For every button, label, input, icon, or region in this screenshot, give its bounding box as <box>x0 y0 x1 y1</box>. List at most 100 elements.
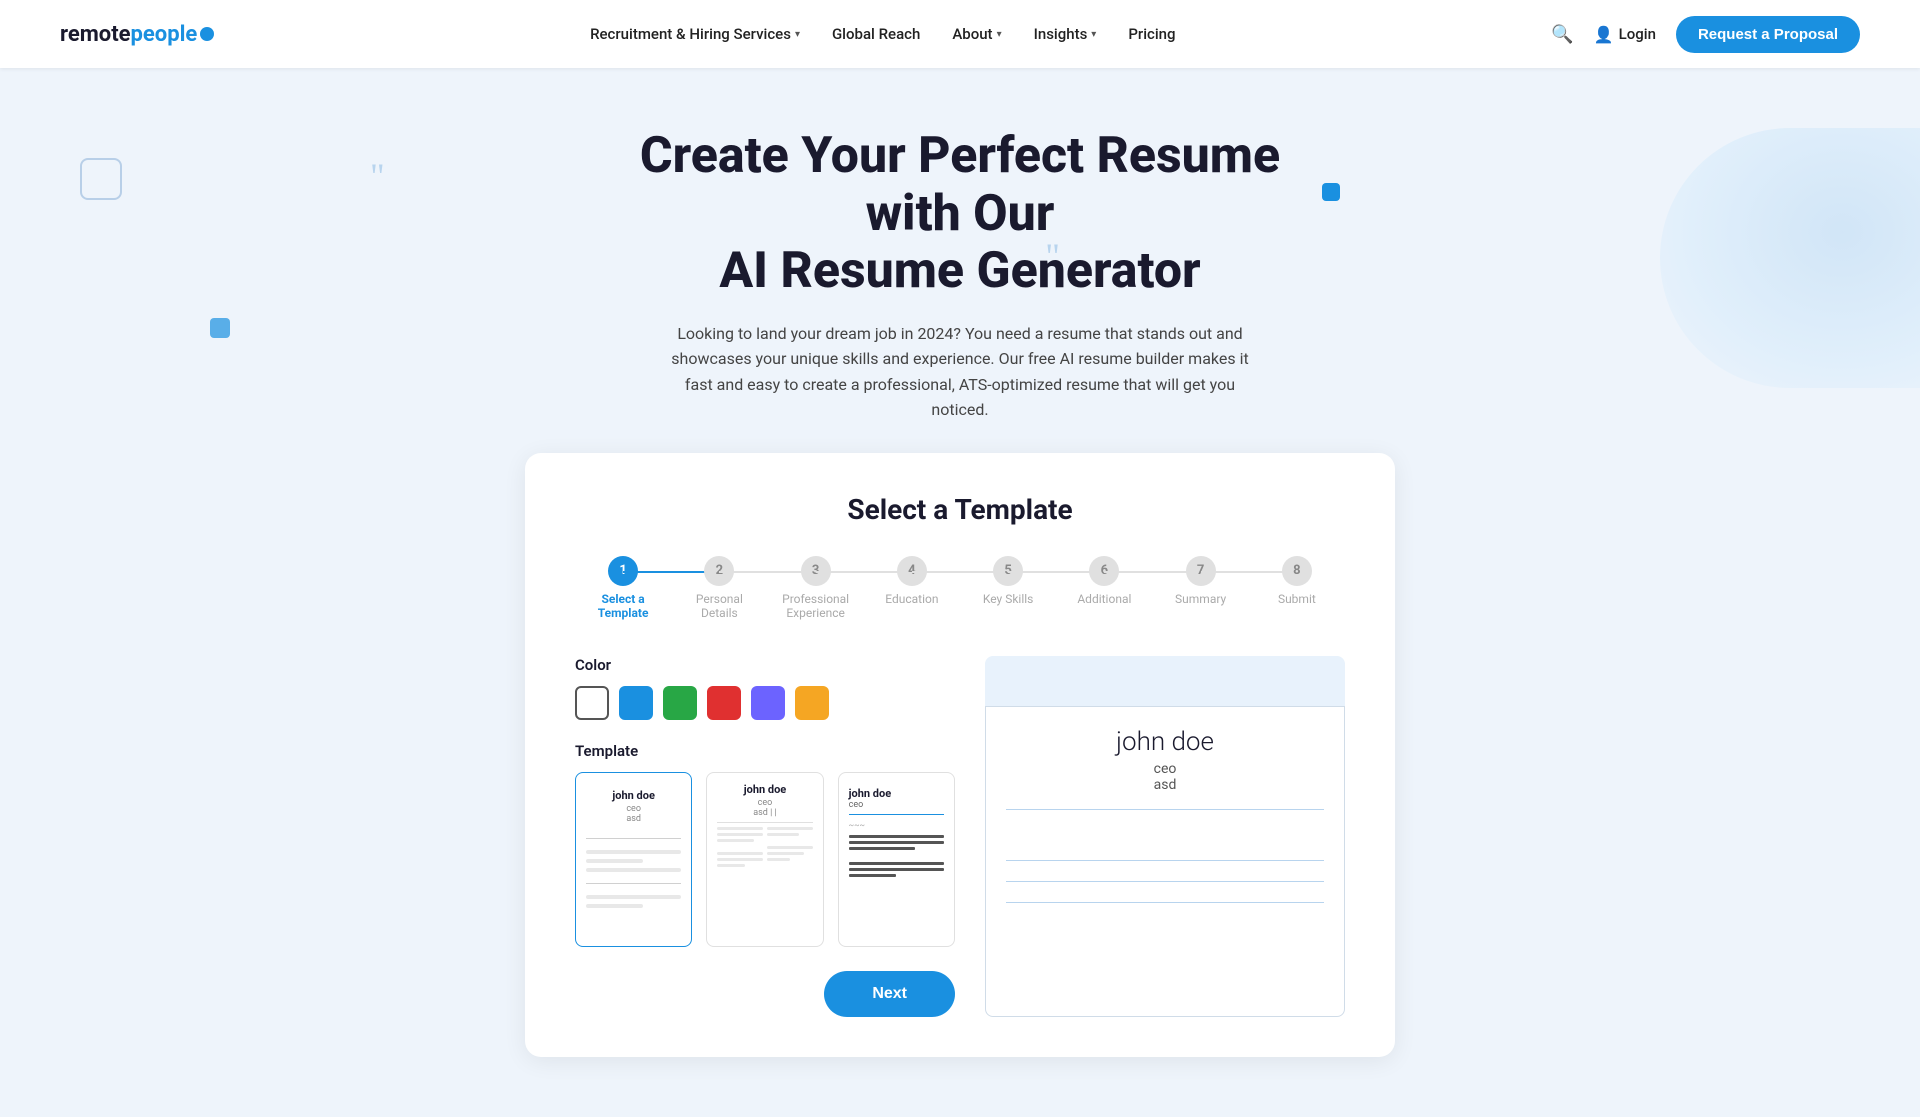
tpl2-col-right <box>767 827 813 867</box>
tpl1-line3 <box>586 868 681 872</box>
tpl3-dark-line1 <box>849 835 944 838</box>
stepper-step-8[interactable]: 8 Submit <box>1249 556 1345 606</box>
hero-title: Create Your Perfect Resume with Our AI R… <box>610 128 1310 301</box>
logo-people: people <box>131 22 198 47</box>
tpl1-lines <box>586 832 681 908</box>
swatch-blue[interactable] <box>619 686 653 720</box>
preview-divider1 <box>1006 809 1324 810</box>
nav-link-about[interactable]: About ▾ <box>952 25 1001 43</box>
stepper-step-1[interactable]: 1 Select aTemplate <box>575 556 671 620</box>
stepper-label-7: Summary <box>1175 592 1226 606</box>
stepper-label-2: PersonalDetails <box>696 592 743 620</box>
tpl2-rline4 <box>767 852 804 855</box>
tpl3-dark-line4 <box>849 862 944 865</box>
tpl3-header: john doe ceo <box>849 783 944 815</box>
swatch-red[interactable] <box>707 686 741 720</box>
quote-left-icon: " <box>370 158 385 194</box>
templates-grid: john doe ceo asd <box>575 772 955 947</box>
search-icon[interactable]: 🔍 <box>1551 24 1573 45</box>
stepper-label-1: Select aTemplate <box>598 592 649 620</box>
stepper-label-4: Education <box>885 592 938 606</box>
stepper-step-6[interactable]: 6 Additional <box>1056 556 1152 606</box>
chevron-down-icon: ▾ <box>795 29 800 40</box>
preview-header-bar <box>985 656 1345 706</box>
template-card-3[interactable]: john doe ceo ~~~ <box>838 772 955 947</box>
tpl1-line4 <box>586 895 681 899</box>
preview-divider4 <box>1006 902 1324 903</box>
tpl3-title: ceo <box>849 800 891 810</box>
chevron-down-icon: ▾ <box>997 29 1002 40</box>
tpl2-line2 <box>717 833 763 836</box>
tpl3-dark-line2 <box>849 841 944 844</box>
preview-company: asd <box>1006 777 1324 793</box>
logo[interactable]: remotepeople <box>60 22 214 47</box>
page-wrapper: " " Create Your Perfect Resume with Our … <box>0 68 1920 1117</box>
color-label: Color <box>575 656 955 674</box>
logo-dot-icon <box>200 27 214 41</box>
tpl2-line6 <box>717 864 744 867</box>
stepper-step-3[interactable]: 3 ProfessionalExperience <box>768 556 864 620</box>
stepper-circle-8: 8 <box>1282 556 1312 586</box>
tpl1-company: asd <box>612 814 654 824</box>
tpl1-divider2 <box>586 883 681 884</box>
nav-link-pricing[interactable]: Pricing <box>1128 25 1175 43</box>
preview-card: john doe ceo asd <box>985 706 1345 1017</box>
tpl2-header: john doe ceo asd | | <box>717 783 812 823</box>
tpl3-dark-line3 <box>849 847 916 850</box>
nav-link-recruitment[interactable]: Recruitment & Hiring Services ▾ <box>590 25 800 43</box>
tpl3-dark-line5 <box>849 868 944 871</box>
template-card-2[interactable]: john doe ceo asd | | <box>706 772 823 947</box>
template-label: Template <box>575 742 955 760</box>
nav-item-about[interactable]: About ▾ <box>952 25 1001 43</box>
nav-item-pricing[interactable]: Pricing <box>1128 25 1175 43</box>
preview-title: ceo <box>1006 761 1324 777</box>
stepper-label-3: ProfessionalExperience <box>782 592 849 620</box>
tpl2-name: john doe <box>717 783 812 796</box>
stepper: 1 Select aTemplate 2 PersonalDetails 3 P… <box>575 556 1345 620</box>
swatch-purple[interactable] <box>751 686 785 720</box>
next-wrap: Next <box>575 971 955 1017</box>
stepper-step-7[interactable]: 7 Summary <box>1153 556 1249 606</box>
content-area: Color Template john doe ceo <box>575 656 1345 1017</box>
tpl2-line5 <box>717 858 763 861</box>
tpl2-rline2 <box>767 833 799 836</box>
quote-right-icon: " <box>1045 238 1060 274</box>
stepper-step-4[interactable]: 4 Education <box>864 556 960 606</box>
stepper-step-5[interactable]: 5 Key Skills <box>960 556 1056 606</box>
nav-item-recruitment[interactable]: Recruitment & Hiring Services ▾ <box>590 25 800 43</box>
nav-links: Recruitment & Hiring Services ▾ Global R… <box>590 25 1175 43</box>
tpl2-rline5 <box>767 858 790 861</box>
nav-right: 🔍 👤 Login Request a Proposal <box>1551 16 1860 53</box>
tpl3-sub: ~~~ <box>849 821 944 830</box>
hero-section: " " Create Your Perfect Resume with Our … <box>0 68 1920 453</box>
tpl2-layout: john doe ceo asd | | <box>717 783 812 867</box>
tpl2-line4 <box>717 852 763 855</box>
swatch-white[interactable] <box>575 686 609 720</box>
template-card-1[interactable]: john doe ceo asd <box>575 772 692 947</box>
preview-divider3 <box>1006 881 1324 882</box>
login-button[interactable]: 👤 Login <box>1594 25 1656 44</box>
tpl2-col-left <box>717 827 763 867</box>
swatch-green[interactable] <box>663 686 697 720</box>
swatch-orange[interactable] <box>795 686 829 720</box>
card-title: Select a Template <box>575 493 1345 526</box>
tpl2-body <box>717 827 812 867</box>
tpl3-name: john doe <box>849 787 891 800</box>
nav-item-global[interactable]: Global Reach <box>832 25 920 43</box>
tpl3-dark-line6 <box>849 874 897 877</box>
logo-remote: remote <box>60 22 131 47</box>
proposal-button[interactable]: Request a Proposal <box>1676 16 1860 53</box>
stepper-label-5: Key Skills <box>983 592 1033 606</box>
preview-name: john doe <box>1006 727 1324 757</box>
nav-item-insights[interactable]: Insights ▾ <box>1034 25 1097 43</box>
nav-link-global[interactable]: Global Reach <box>832 25 920 43</box>
navbar: remotepeople Recruitment & Hiring Servic… <box>0 0 1920 68</box>
next-button[interactable]: Next <box>824 971 955 1017</box>
tpl2-rline3 <box>767 846 813 849</box>
stepper-label-6: Additional <box>1077 592 1131 606</box>
right-preview: john doe ceo asd <box>985 656 1345 1017</box>
nav-link-insights[interactable]: Insights ▾ <box>1034 25 1097 43</box>
tpl3-name-block: john doe ceo <box>849 787 891 810</box>
stepper-step-2[interactable]: 2 PersonalDetails <box>671 556 767 620</box>
tpl1-line2 <box>586 859 643 863</box>
